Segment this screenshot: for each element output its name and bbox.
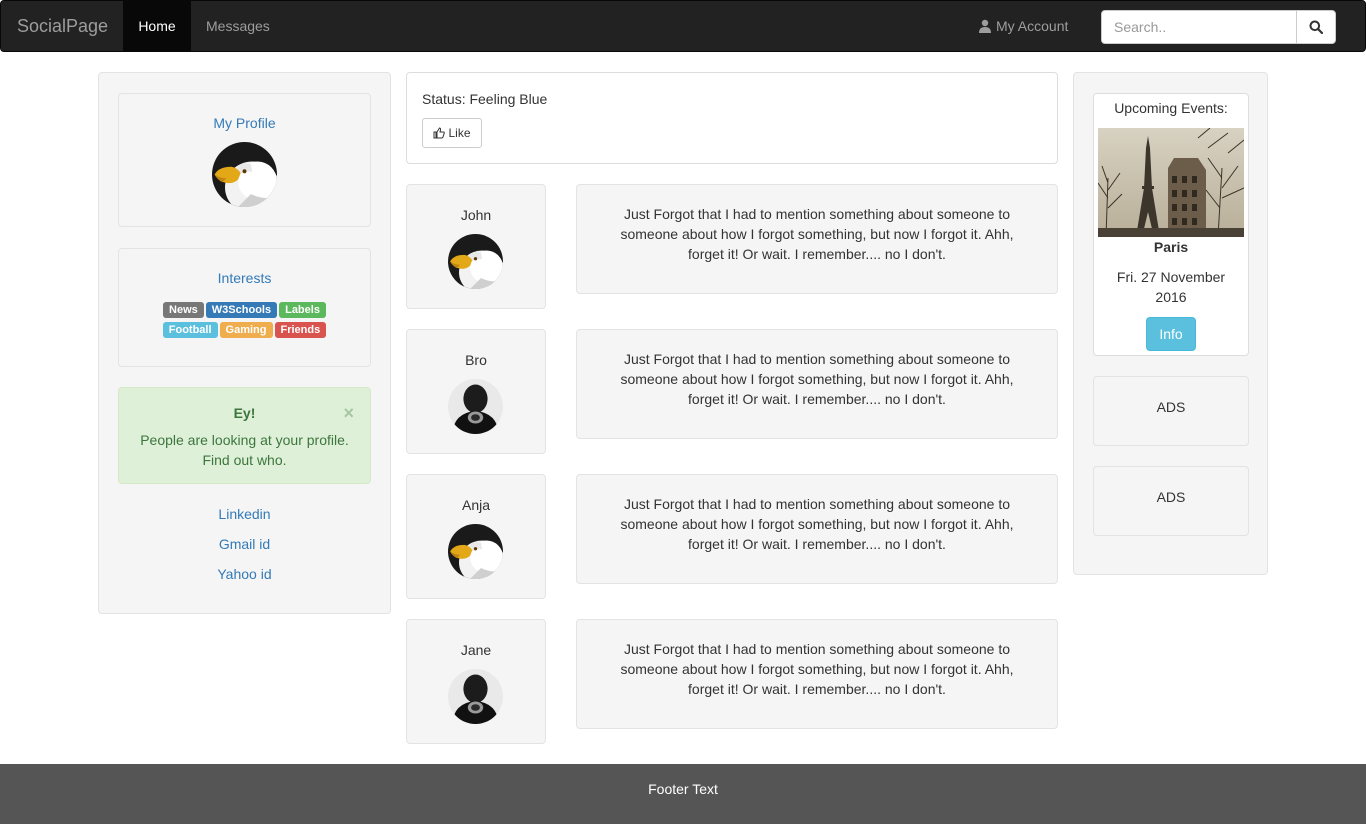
alert-title: Ey! bbox=[233, 405, 256, 421]
label-gaming: Gaming bbox=[219, 322, 273, 338]
event-image bbox=[1098, 128, 1244, 237]
post-card: Just Forgot that I had to mention someth… bbox=[576, 474, 1058, 584]
label-football: Football bbox=[162, 322, 218, 338]
author-avatar[interactable] bbox=[448, 669, 503, 724]
nav-messages[interactable]: Messages bbox=[191, 1, 285, 51]
author-avatar[interactable] bbox=[448, 234, 503, 289]
user-icon bbox=[979, 19, 991, 33]
post-text: Just Forgot that I had to mention someth… bbox=[620, 351, 1014, 407]
profile-card: My Profile bbox=[118, 93, 371, 227]
upcoming-events-card: Upcoming Events: Paris Fri. 27 November … bbox=[1093, 93, 1249, 356]
profile-avatar[interactable] bbox=[212, 142, 277, 207]
search-button[interactable] bbox=[1296, 10, 1336, 44]
label-labels: Labels bbox=[279, 302, 326, 318]
status-text: Status: Feeling Blue bbox=[422, 91, 548, 107]
post-author-card: Anja bbox=[406, 474, 546, 599]
search-input[interactable] bbox=[1101, 10, 1297, 44]
status-panel: Status: Feeling Blue Like bbox=[406, 72, 1058, 164]
my-account-label: My Account bbox=[996, 18, 1069, 34]
author-name: Anja bbox=[461, 497, 491, 513]
post-author-card: John bbox=[406, 184, 546, 309]
interests-card: Interests News W3Schools Labels Football Ga… bbox=[118, 248, 371, 367]
linkedin-link[interactable]: Linkedin bbox=[99, 506, 390, 522]
post-author-card: Jane bbox=[406, 619, 546, 744]
left-sidebar: My Profile Interests News W3Schools Labels… bbox=[98, 72, 391, 614]
my-profile-link[interactable]: My Profile bbox=[119, 115, 370, 131]
ads-box: ADS bbox=[1093, 466, 1249, 536]
thumbs-up-icon bbox=[433, 127, 446, 139]
author-name: John bbox=[460, 207, 492, 223]
post-text: Just Forgot that I had to mention someth… bbox=[620, 496, 1014, 552]
post-card: Just Forgot that I had to mention someth… bbox=[576, 619, 1058, 729]
label-friends: Friends bbox=[274, 322, 327, 338]
info-button[interactable]: Info bbox=[1146, 317, 1196, 351]
events-title: Upcoming Events: bbox=[1114, 100, 1228, 116]
close-icon[interactable]: × bbox=[343, 403, 354, 424]
alert-text: People are looking at your profile. Find… bbox=[140, 432, 349, 468]
ads-label: ADS bbox=[1156, 399, 1186, 415]
profile-views-alert: Ey! × People are looking at your profile… bbox=[118, 387, 371, 484]
event-city: Paris bbox=[1153, 239, 1189, 255]
top-navbar: SocialPage Home Messages My Account bbox=[0, 0, 1366, 52]
right-sidebar: Upcoming Events: Paris Fri. 27 November … bbox=[1073, 72, 1268, 575]
post-text: Just Forgot that I had to mention someth… bbox=[620, 206, 1014, 262]
author-avatar[interactable] bbox=[448, 524, 503, 579]
like-button[interactable]: Like bbox=[422, 118, 482, 148]
ads-label: ADS bbox=[1156, 489, 1186, 505]
author-name: Jane bbox=[460, 642, 492, 658]
brand-logo[interactable]: SocialPage bbox=[17, 16, 108, 37]
nav-home[interactable]: Home bbox=[123, 1, 191, 51]
post-card: Just Forgot that I had to mention someth… bbox=[576, 329, 1058, 439]
author-name: Bro bbox=[465, 352, 487, 368]
interest-labels: News W3Schools Labels Football Gaming Friend… bbox=[119, 300, 370, 340]
like-label: Like bbox=[448, 126, 471, 140]
ads-box: ADS bbox=[1093, 376, 1249, 446]
event-date: Fri. 27 November 2016 bbox=[1116, 269, 1226, 305]
post-author-card: Bro bbox=[406, 329, 546, 454]
yahoo-link[interactable]: Yahoo id bbox=[99, 566, 390, 582]
nav-my-account[interactable]: My Account bbox=[963, 1, 1083, 51]
label-w3schools: W3Schools bbox=[205, 302, 278, 318]
post-card: Just Forgot that I had to mention someth… bbox=[576, 184, 1058, 294]
footer-text: Footer Text bbox=[648, 781, 718, 797]
interests-title[interactable]: Interests bbox=[119, 270, 370, 286]
label-news: News bbox=[163, 302, 204, 318]
footer: Footer Text bbox=[0, 764, 1366, 824]
post-text: Just Forgot that I had to mention someth… bbox=[620, 641, 1014, 697]
author-avatar[interactable] bbox=[448, 379, 503, 434]
gmail-link[interactable]: Gmail id bbox=[99, 536, 390, 552]
search-icon bbox=[1309, 20, 1323, 34]
